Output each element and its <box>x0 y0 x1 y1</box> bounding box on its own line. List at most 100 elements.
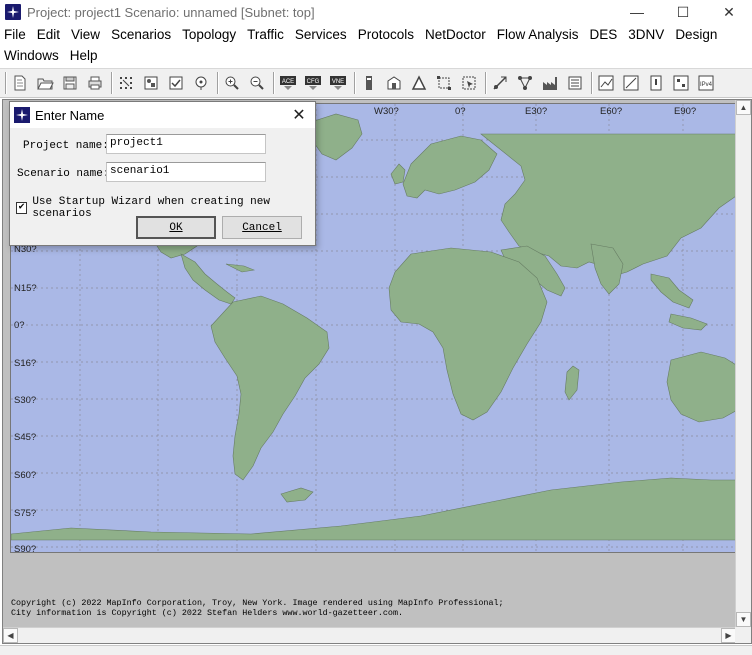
network-icon[interactable] <box>514 72 536 94</box>
menu-row-1: File Edit View Scenarios Topology Traffic Serv… <box>0 24 752 45</box>
map-copyright: Copyright (c) 2022 MapInfo Corporation, … <box>11 598 504 618</box>
toolbar-grip[interactable] <box>5 72 7 94</box>
results-icon[interactable] <box>564 72 586 94</box>
report-icon[interactable] <box>645 72 667 94</box>
lat-label: S75? <box>14 508 37 519</box>
select-icon[interactable] <box>458 72 480 94</box>
vertical-scrollbar[interactable]: ▲ ▼ <box>735 100 751 627</box>
cancel-button[interactable]: Cancel <box>222 216 302 239</box>
window-title: Project: project1 Scenario: unnamed [Sub… <box>27 4 315 20</box>
lon-label: E30? <box>525 106 548 117</box>
window-titlebar: Project: project1 Scenario: unnamed [Sub… <box>0 0 752 24</box>
lat-label: S60? <box>14 470 37 481</box>
menu-des[interactable]: DES <box>585 27 624 42</box>
menu-design[interactable]: Design <box>670 27 723 42</box>
menu-scenarios[interactable]: Scenarios <box>106 27 177 42</box>
copyright-line-1: Copyright (c) 2022 MapInfo Corporation, … <box>11 598 504 608</box>
menu-help[interactable]: Help <box>65 48 104 63</box>
open-icon[interactable] <box>34 72 56 94</box>
dialog-body: Project name: project1 Scenario name: sc… <box>10 128 315 246</box>
cancel-label: Cancel <box>242 221 282 234</box>
object-palette-icon[interactable] <box>140 72 162 94</box>
ipv4-label: IPv4 <box>700 82 713 88</box>
scenario-name-input[interactable]: scenario1 <box>106 162 266 182</box>
lat-label: S45? <box>14 432 37 443</box>
menubar: File Edit View Scenarios Topology Traffic Serv… <box>0 24 752 66</box>
project-name-input[interactable]: project1 <box>106 134 266 154</box>
project-name-label: Project name: <box>23 140 109 152</box>
toolbar-separator <box>591 72 593 94</box>
menu-traffic[interactable]: Traffic <box>242 27 290 42</box>
scroll-left-icon[interactable]: ◀ <box>3 628 18 643</box>
link-icon[interactable] <box>489 72 511 94</box>
lat-label: S30? <box>14 395 37 406</box>
copyright-line-2: City information is Copyright (c) 2022 S… <box>11 608 404 618</box>
status-bar <box>0 645 752 655</box>
cfg-icon[interactable]: CFG <box>302 72 324 94</box>
lat-label: N15? <box>14 283 37 294</box>
chart-icon[interactable] <box>620 72 642 94</box>
ipv4-icon[interactable]: IPv4 <box>695 72 717 94</box>
toolbar-separator <box>354 72 356 94</box>
new-project-icon[interactable] <box>9 72 31 94</box>
expand-icon[interactable] <box>433 72 455 94</box>
dialog-titlebar[interactable]: Enter Name ✕ <box>10 102 315 128</box>
bookmark-icon[interactable] <box>358 72 380 94</box>
menu-protocols[interactable]: Protocols <box>353 27 420 42</box>
dialog-title: Enter Name <box>35 107 105 123</box>
vne-icon[interactable]: VNE <box>327 72 349 94</box>
scroll-up-icon[interactable]: ▲ <box>736 100 751 115</box>
horizontal-scrollbar[interactable]: ◀ ▶ <box>3 627 736 643</box>
fail-icon[interactable] <box>190 72 212 94</box>
toolbar-separator <box>111 72 113 94</box>
menu-windows[interactable]: Windows <box>0 48 65 63</box>
menu-topology[interactable]: Topology <box>177 27 242 42</box>
save-icon[interactable] <box>59 72 81 94</box>
lon-label: E90? <box>674 106 697 117</box>
enter-name-dialog[interactable]: Enter Name ✕ Project name: project1 Scen… <box>9 101 316 246</box>
cfg-label: CFG <box>307 79 320 85</box>
scroll-right-icon[interactable]: ▶ <box>721 628 736 643</box>
menu-flow-analysis[interactable]: Flow Analysis <box>492 27 585 42</box>
toolbar: ACE CFG VNE IPv4 <box>0 68 752 98</box>
ok-label: OK <box>169 221 183 234</box>
startup-wizard-checkbox[interactable]: ✔ <box>16 202 28 214</box>
zoom-out-icon[interactable] <box>246 72 268 94</box>
lon-label: E60? <box>600 106 623 117</box>
dialog-close-button[interactable]: ✕ <box>289 105 309 125</box>
app-logo-icon <box>14 107 30 123</box>
ace-icon[interactable]: ACE <box>277 72 299 94</box>
factory-icon[interactable] <box>539 72 561 94</box>
menu-edit[interactable]: Edit <box>32 27 66 42</box>
scenario-name-label: Scenario name: <box>17 168 110 180</box>
scrollbar-corner <box>735 627 751 643</box>
grid-icon[interactable] <box>115 72 137 94</box>
app-logo-icon <box>5 4 21 20</box>
toolbar-separator <box>485 72 487 94</box>
toolbar-separator <box>273 72 275 94</box>
menu-view[interactable]: View <box>66 27 106 42</box>
compare-icon[interactable] <box>670 72 692 94</box>
ok-button[interactable]: OK <box>136 216 216 239</box>
zoom-in-icon[interactable] <box>221 72 243 94</box>
menu-file[interactable]: File <box>0 27 32 42</box>
check-links-icon[interactable] <box>165 72 187 94</box>
lon-label: 0? <box>455 106 466 117</box>
menu-netdoctor[interactable]: NetDoctor <box>420 27 492 42</box>
menu-3dnv[interactable]: 3DNV <box>623 27 670 42</box>
menu-row-2: Windows Help <box>0 45 752 66</box>
close-window-button[interactable]: ✕ <box>706 0 752 24</box>
scroll-down-icon[interactable]: ▼ <box>736 612 751 627</box>
graph-icon[interactable] <box>595 72 617 94</box>
toolbar-separator <box>217 72 219 94</box>
device-icon[interactable] <box>383 72 405 94</box>
triangle-icon[interactable] <box>408 72 430 94</box>
lat-label: S16? <box>14 358 37 369</box>
lat-label: S90? <box>14 544 37 553</box>
print-icon[interactable] <box>84 72 106 94</box>
lat-label: 0? <box>14 320 25 331</box>
maximize-button[interactable]: ☐ <box>660 0 706 24</box>
minimize-button[interactable]: — <box>614 0 660 24</box>
menu-services[interactable]: Services <box>290 27 353 42</box>
lon-label: W30? <box>374 106 399 117</box>
